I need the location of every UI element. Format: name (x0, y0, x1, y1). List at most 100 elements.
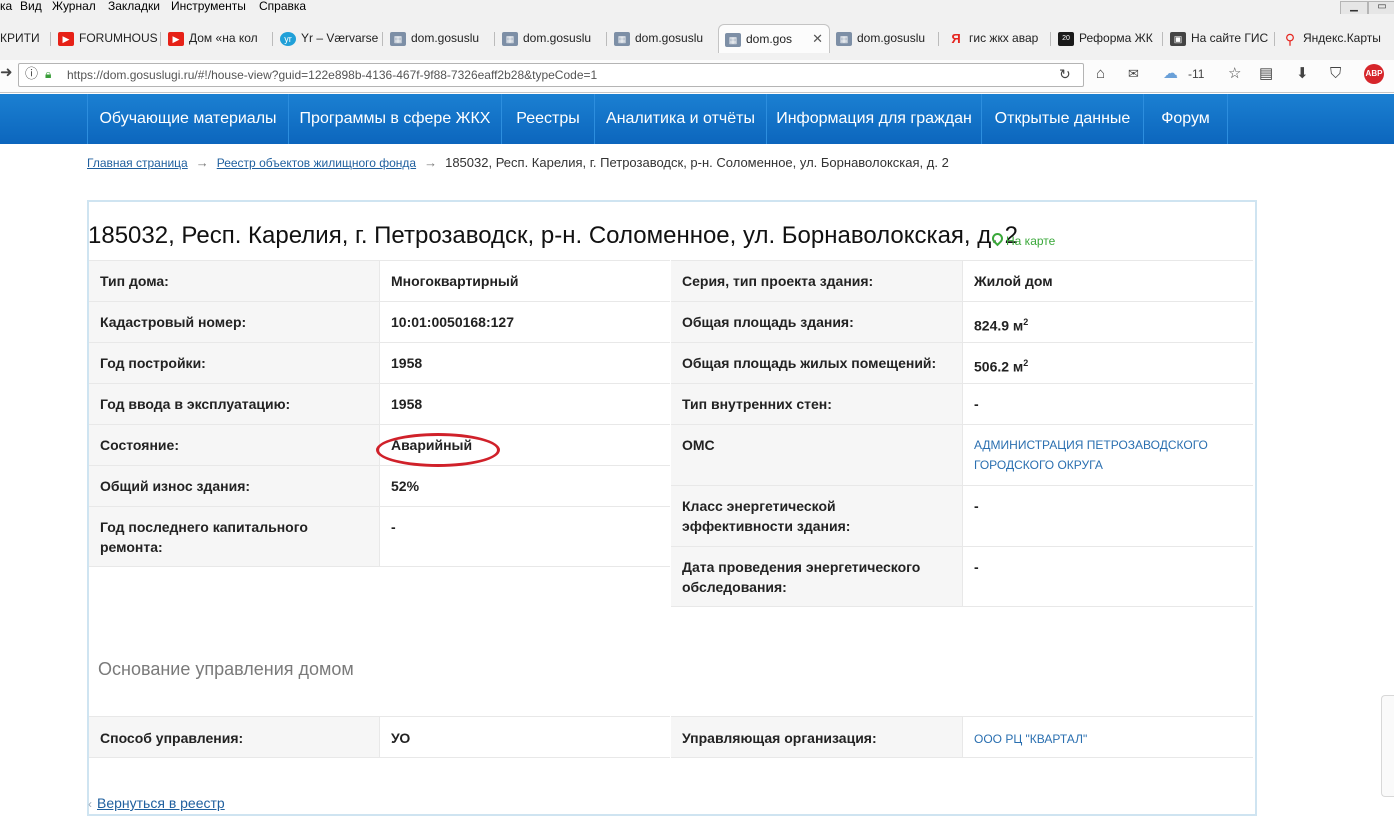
back-to-registry-link[interactable]: ‹ Вернуться в реестр (88, 795, 225, 811)
nav-item-open-data[interactable]: Открытые данные (981, 94, 1143, 144)
field-label: Дата проведения энергетического обследов… (671, 546, 962, 607)
back-arrow-icon[interactable]: ➜ (0, 64, 13, 82)
nav-bar: ➜ ⓘ 🔒︎ https://dom.gosuslugi.ru/#!/house… (0, 60, 1394, 93)
tab[interactable]: КРИТИ (0, 24, 48, 52)
tab[interactable]: ▦ dom.gosuslu (502, 24, 602, 52)
gis-icon: ▣ (1170, 31, 1186, 46)
weather-cloud-icon: ☁ (1163, 65, 1178, 82)
map-pin-icon: ⚲ (1284, 30, 1296, 47)
page-icon: ▦ (614, 31, 630, 46)
info-icon[interactable]: ⓘ (25, 65, 38, 83)
highlight-ellipse (376, 433, 500, 467)
url-bar[interactable]: ⓘ 🔒︎ https://dom.gosuslugi.ru/#!/house-v… (18, 63, 1084, 87)
field-value: 52% (379, 465, 670, 506)
menu-bar: ка Вид Журнал Закладки Инструменты Справ… (0, 0, 1394, 15)
breadcrumb-arrow: → (424, 155, 438, 170)
field-label: Кадастровый номер: (89, 301, 379, 342)
nav-item-forum[interactable]: Форум (1143, 94, 1228, 144)
reload-icon[interactable]: ↻ (1059, 65, 1071, 83)
nav-item-training[interactable]: Обучающие материалы (87, 94, 288, 144)
page-title: 185032, Респ. Карелия, г. Петрозаводск, … (88, 222, 1018, 249)
breadcrumb-current: 185032, Респ. Карелия, г. Петрозаводск, … (445, 155, 949, 170)
field-value: 1958 (379, 342, 670, 383)
download-icon[interactable]: ⬇ (1296, 65, 1309, 83)
mail-icon[interactable]: ✉ (1128, 65, 1139, 83)
field-label: Общий износ здания: (89, 465, 379, 506)
youtube-icon: ▶ (168, 31, 184, 46)
menu-item-help[interactable]: Справка (259, 0, 306, 13)
field-label: ОМС (671, 424, 962, 485)
tab-active[interactable]: ▦ dom.gos ✕ (718, 24, 830, 53)
nav-item-programs[interactable]: Программы в сфере ЖКХ (288, 94, 501, 144)
field-label: Год ввода в эксплуатацию: (89, 383, 379, 424)
field-label: Серия, тип проекта здания: (671, 260, 962, 301)
nav-item-analytics[interactable]: Аналитика и отчёты (594, 94, 766, 144)
tab[interactable]: Ягис жкх авар (948, 24, 1044, 52)
tab[interactable]: ▦ dom.gosuslu (614, 24, 714, 52)
field-label: Класс энергетической эффективности здани… (671, 485, 962, 546)
tab[interactable]: yr Yr – Værvarse (280, 24, 380, 52)
close-tab-icon[interactable]: ✕ (812, 25, 823, 53)
field-label: Состояние: (89, 424, 379, 465)
field-value: 824.9 м2 (962, 301, 1253, 342)
tab[interactable]: ▶ FORUMHOUS (58, 24, 158, 52)
field-label: Общая площадь здания: (671, 301, 962, 342)
field-label: Управляющая организация: (671, 716, 962, 758)
field-label: Способ управления: (89, 716, 379, 758)
tab[interactable]: ▦ dom.gosuslu (390, 24, 490, 52)
bookmark-star-icon[interactable]: ☆ (1228, 65, 1241, 83)
breadcrumb-arrow: → (195, 155, 209, 170)
management-org-link[interactable]: ООО РЦ "КВАРТАЛ" (962, 716, 1253, 758)
feedback-tab[interactable] (1381, 695, 1394, 797)
site-nav: Обучающие материалы Программы в сфере ЖК… (0, 94, 1394, 144)
field-label: Год последнего капитального ремонта: (89, 506, 379, 567)
menu-item-bookmarks[interactable]: Закладки (108, 0, 160, 13)
section-title: Основание управления домом (98, 659, 354, 679)
page-icon: ▦ (390, 31, 406, 46)
url-text[interactable]: https://dom.gosuslugi.ru/#!/house-view?g… (67, 67, 597, 83)
reading-list-icon[interactable]: ▤ (1259, 65, 1273, 83)
page-icon: ▦ (725, 32, 741, 47)
breadcrumb-home-link[interactable]: Главная страница (87, 156, 188, 170)
page-icon: ▦ (502, 31, 518, 46)
lock-icon: 🔒︎ (45, 67, 52, 81)
field-value: УО (379, 716, 670, 758)
tab[interactable]: ▦ dom.gosuslu (836, 24, 932, 52)
youtube-icon: ▶ (58, 31, 74, 46)
field-value: Многоквартирный (379, 260, 670, 301)
field-label: Тип дома: (89, 260, 379, 301)
menu-item-tools[interactable]: Инструменты (171, 0, 246, 13)
yandex-icon: Я (951, 30, 961, 46)
reform-icon: 20 (1058, 31, 1074, 46)
field-value: 1958 (379, 383, 670, 424)
weather-temp: -11 (1188, 67, 1205, 81)
tab[interactable]: ⚲ Яндекс.Карты (1282, 24, 1382, 52)
menu-item-edit[interactable]: ка (0, 0, 12, 13)
home-icon[interactable]: ⌂ (1096, 65, 1105, 83)
field-label: Общая площадь жилых помещений: (671, 342, 962, 383)
breadcrumb: Главная страница → Реестр объектов жилищно… (87, 155, 949, 170)
tab[interactable]: 20 Реформа ЖК (1058, 24, 1154, 52)
field-value: Жилой дом (962, 260, 1253, 301)
field-value: - (962, 383, 1253, 424)
nav-item-registries[interactable]: Реестры (501, 94, 594, 144)
tab[interactable]: ▣ На сайте ГИС (1170, 24, 1268, 52)
oms-link[interactable]: АДМИНИСТРАЦИЯ ПЕТРОЗАВОДСКОГО ГОРОДСКОГО… (962, 424, 1253, 485)
tab[interactable]: ▶ Дом «на кол (168, 24, 268, 52)
field-label: Год постройки: (89, 342, 379, 383)
tab-strip: КРИТИ ▶ FORUMHOUS ▶ Дом «на кол yr Yr – Vær… (0, 14, 1394, 61)
field-value: 506.2 м2 (962, 342, 1253, 383)
restore-button[interactable]: ▭ (1368, 1, 1394, 15)
field-value: 10:01:0050168:127 (379, 301, 670, 342)
menu-item-history[interactable]: Журнал (52, 0, 96, 13)
pocket-icon[interactable]: ⛉ (1330, 65, 1341, 83)
map-link[interactable]: На карте (989, 230, 1055, 248)
field-value: - (962, 485, 1253, 546)
nav-item-citizens[interactable]: Информация для граждан (766, 94, 981, 144)
adblock-icon[interactable]: ABP (1364, 64, 1384, 84)
page-icon: ▦ (836, 31, 852, 46)
minimize-button[interactable]: ▁ (1340, 1, 1368, 15)
field-value: - (379, 506, 670, 567)
breadcrumb-registry-link[interactable]: Реестр объектов жилищного фонда (217, 156, 416, 170)
menu-item-view[interactable]: Вид (20, 0, 42, 13)
